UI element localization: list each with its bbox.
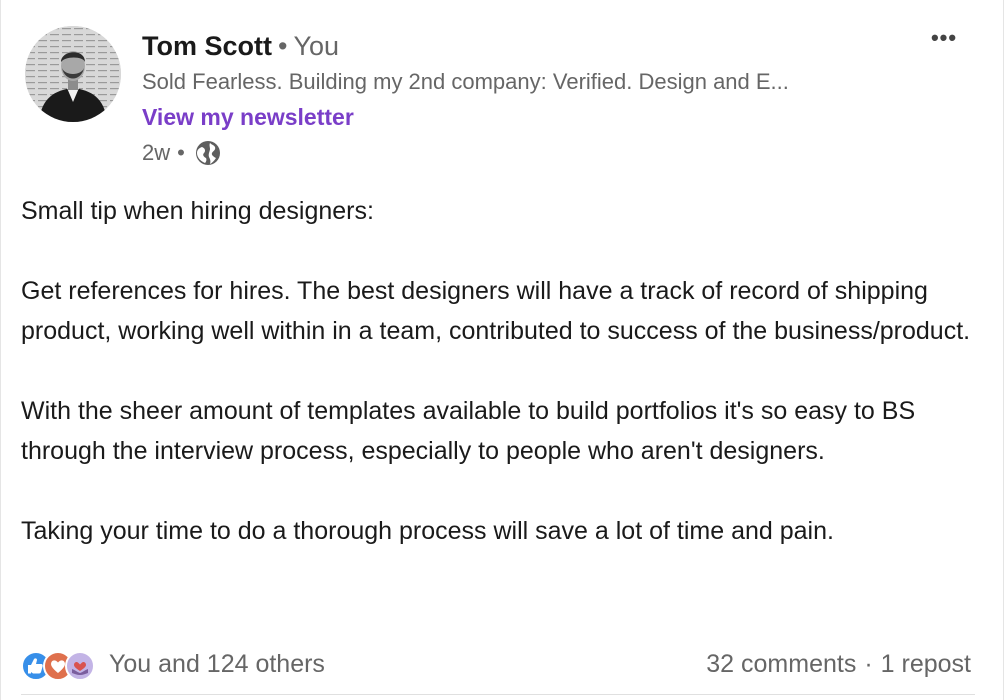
view-newsletter-link[interactable]: View my newsletter [142, 102, 354, 132]
reaction-count: You and 124 others [109, 649, 325, 678]
separator-dot: · [864, 649, 873, 678]
social-counts-bar: You and 124 others 32 comments · 1 repos… [21, 646, 971, 682]
reaction-icons [21, 649, 97, 681]
support-icon [65, 651, 95, 681]
divider [21, 694, 975, 695]
post-card: Tom Scott • You Sold Fearless. Building my… [0, 0, 1004, 700]
separator-dot: • [278, 31, 288, 61]
post-age: 2w [142, 140, 171, 165]
author-avatar[interactable] [25, 26, 121, 122]
post-meta: 2w • [142, 138, 222, 168]
avatar-photo [25, 26, 121, 122]
post-body: Small tip when hiring designers: Get ref… [21, 191, 981, 551]
comments-count-link[interactable]: 32 comments [706, 650, 856, 679]
post-paragraph: Get references for hires. The best desig… [21, 277, 971, 345]
engagement-stats: 32 comments · 1 repost [706, 650, 971, 679]
reactions-summary[interactable]: You and 124 others [21, 649, 325, 681]
more-options-button[interactable]: ••• [927, 24, 961, 52]
post-paragraph: With the sheer amount of templates avail… [21, 397, 916, 465]
author-headline: Sold Fearless. Building my 2nd company: … [142, 69, 789, 94]
post-paragraph: Taking your time to do a thorough proces… [21, 517, 834, 545]
author-name[interactable]: Tom Scott [142, 31, 272, 61]
reposts-count-link[interactable]: 1 repost [881, 650, 971, 679]
separator-dot: • [177, 140, 185, 165]
relationship-label: You [293, 31, 340, 61]
post-paragraph: Small tip when hiring designers: [21, 197, 374, 225]
globe-icon [194, 139, 222, 167]
author-name-line: Tom Scott • You [142, 30, 339, 62]
